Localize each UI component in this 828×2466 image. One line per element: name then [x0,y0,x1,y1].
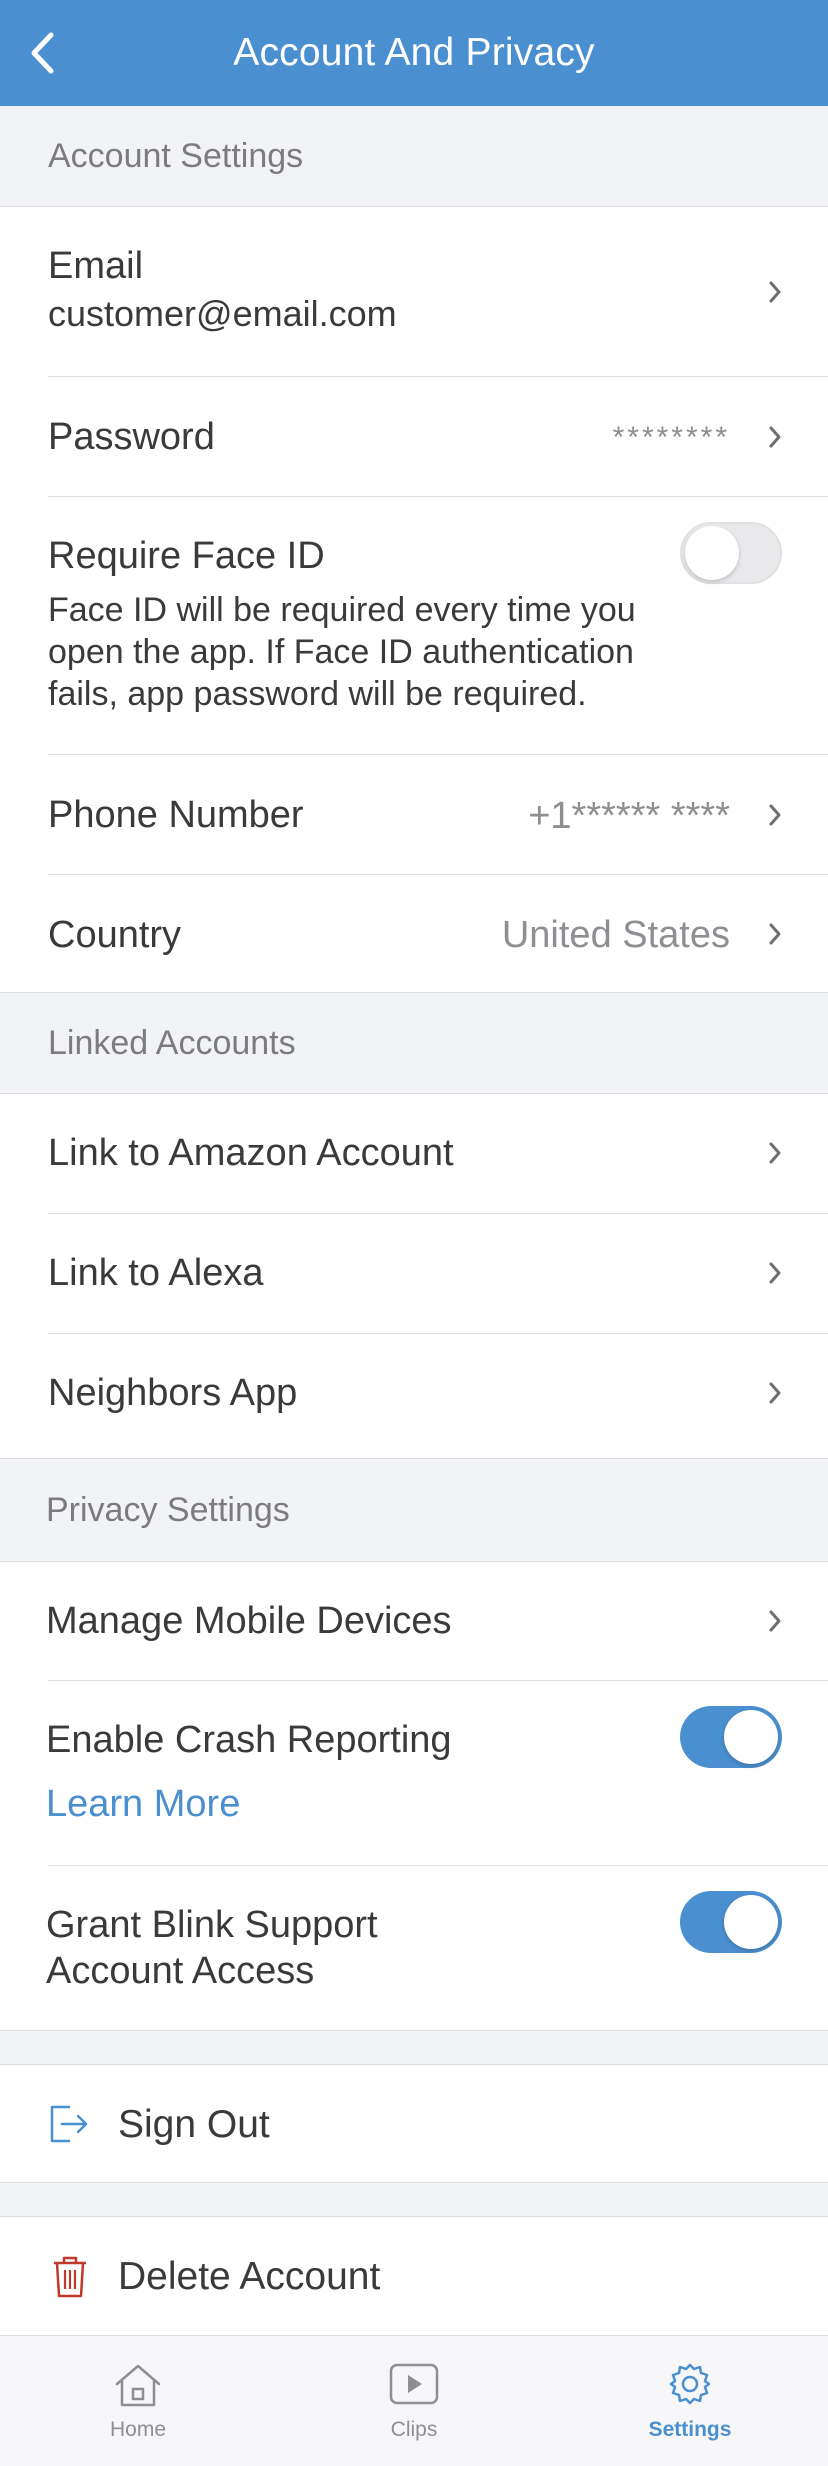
grant-support-row: Grant Blink Support Account Access [0,1866,828,2032]
page-title: Account And Privacy [233,31,595,74]
section-header-linked: Linked Accounts [48,1023,296,1062]
link-amazon-label: Link to Amazon Account [48,1132,454,1174]
face-id-description-line-3: fails, app password will be required. [48,675,587,713]
manage-devices-row[interactable]: Manage Mobile Devices [0,1562,828,1681]
delete-account-button[interactable]: Delete Account [0,2217,828,2336]
delete-account-label: Delete Account [118,2255,381,2298]
sign-out-button[interactable]: Sign Out [0,2065,828,2184]
password-value: ******** [612,421,730,454]
section-header-privacy: Privacy Settings [46,1490,290,1529]
password-label: Password [48,416,215,458]
chevron-right-icon [769,1610,781,1632]
chevron-right-icon [769,426,781,448]
play-icon [389,2363,439,2405]
delete-account-group: Delete Account [0,2216,828,2335]
face-id-description-line-1: Face ID will be required every time you [48,591,636,629]
country-row[interactable]: Country United States [0,875,828,994]
grant-support-toggle[interactable] [680,1891,782,1953]
phone-number-value: +1****** **** [528,795,730,837]
learn-more-link[interactable]: Learn More [46,1783,240,1826]
phone-number-row[interactable]: Phone Number +1****** **** [0,755,828,875]
country-value: United States [501,914,730,956]
section-header-account: Account Settings [48,136,304,175]
email-value: customer@email.com [48,293,397,334]
sign-out-group: Sign Out [0,2064,828,2183]
link-alexa-row[interactable]: Link to Alexa [0,1214,828,1334]
link-amazon-row[interactable]: Link to Amazon Account [0,1094,828,1214]
grant-support-label-line-2: Account Access [46,1950,315,1992]
chevron-right-icon [769,1262,781,1284]
linked-accounts-group: Link to Amazon Account Link to Alexa Nei… [0,1093,828,1459]
face-id-row: Require Face ID Face ID will be required… [0,497,828,755]
tab-settings-label: Settings [648,2418,732,2441]
nav-header: Account And Privacy [0,0,828,106]
tab-clips-label: Clips [390,2418,438,2441]
neighbors-app-row[interactable]: Neighbors App [0,1334,828,1460]
account-settings-group: Email customer@email.com Password ******… [0,206,828,993]
tab-home[interactable]: Home [0,2336,276,2466]
chevron-right-icon [769,923,781,945]
chevron-right-icon [769,281,781,303]
manage-devices-label: Manage Mobile Devices [46,1600,452,1642]
neighbors-app-label: Neighbors App [48,1372,298,1414]
face-id-toggle[interactable] [680,522,782,584]
gear-icon [669,2363,711,2405]
crash-reporting-toggle[interactable] [680,1706,782,1768]
crash-reporting-row: Enable Crash Reporting Learn More [0,1681,828,1866]
grant-support-label-line-1: Grant Blink Support [46,1904,378,1946]
tab-clips[interactable]: Clips [276,2336,552,2466]
home-icon [115,2364,161,2407]
link-alexa-label: Link to Alexa [48,1252,264,1294]
crash-reporting-label: Enable Crash Reporting [46,1719,452,1761]
privacy-settings-group: Manage Mobile Devices Enable Crash Repor… [0,1561,828,2031]
email-label: Email [48,245,144,287]
password-row[interactable]: Password ******** [0,377,828,497]
tab-bar: Home Clips Settings [0,2335,828,2466]
trash-icon [54,2256,86,2298]
face-id-description-line-2: open the app. If Face ID authentication [48,633,634,671]
chevron-right-icon [769,1382,781,1404]
face-id-label: Require Face ID [48,535,325,577]
chevron-right-icon [769,1142,781,1164]
email-row[interactable]: Email customer@email.com [0,207,828,377]
sign-out-icon [50,2105,88,2143]
tab-home-label: Home [109,2418,167,2441]
tab-settings[interactable]: Settings [552,2336,828,2466]
sign-out-label: Sign Out [118,2103,270,2146]
back-button[interactable] [22,30,62,76]
country-label: Country [48,914,182,956]
chevron-left-icon [31,32,54,74]
chevron-right-icon [769,804,781,826]
phone-number-label: Phone Number [48,794,304,836]
